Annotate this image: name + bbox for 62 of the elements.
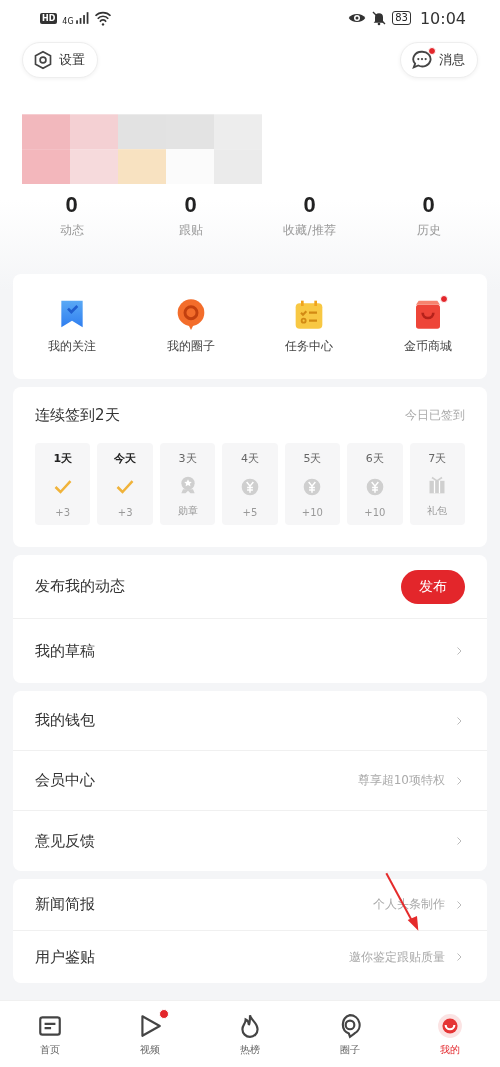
menu-label: 意见反馈 bbox=[35, 831, 95, 851]
settings-icon bbox=[33, 50, 53, 70]
settings-button[interactable]: 设置 bbox=[22, 42, 98, 78]
menu-row[interactable]: 我的草稿 bbox=[13, 619, 487, 683]
menu-label: 发布我的动态 bbox=[35, 577, 125, 596]
stat-value: 0 bbox=[65, 192, 78, 218]
tab-item[interactable]: 热榜 bbox=[229, 1009, 271, 1057]
network-label: 4G bbox=[62, 17, 74, 26]
gift-icon bbox=[427, 475, 448, 495]
menu-label: 新闻简报 bbox=[35, 895, 95, 914]
yuan-coin-icon bbox=[240, 476, 260, 497]
shortcut[interactable]: 我的圈子 bbox=[131, 298, 250, 355]
checkin-status: 今日已签到 bbox=[405, 406, 465, 424]
menu-row[interactable]: 会员中心 尊享超10项特权 bbox=[13, 751, 487, 811]
day-label: 7天 bbox=[428, 451, 447, 466]
reward-label: +10 bbox=[364, 507, 386, 518]
wifi-icon bbox=[93, 9, 112, 27]
muted-bell-icon bbox=[371, 10, 388, 26]
yuan-coin-icon bbox=[364, 476, 385, 497]
tab-item[interactable]: 我的 bbox=[429, 1009, 471, 1057]
messages-button[interactable]: 消息 bbox=[400, 42, 478, 78]
reward-label: +3 bbox=[55, 507, 71, 518]
profile-logo-icon bbox=[437, 1013, 463, 1039]
hd-badge: HD bbox=[40, 12, 58, 24]
tab-item[interactable]: 视频 bbox=[129, 1009, 171, 1057]
yuan-coin-icon bbox=[302, 476, 323, 497]
day-label: 1天 bbox=[53, 451, 73, 466]
reward-label: +10 bbox=[301, 507, 323, 518]
reward-label: 礼包 bbox=[427, 504, 448, 518]
shortcut-label[interactable]: 金币商城 bbox=[403, 338, 452, 355]
menu-label: 用户鉴贴 bbox=[35, 947, 95, 967]
menu-hint: 尊享超10项特权 bbox=[357, 772, 445, 789]
menu-row[interactable]: 意见反馈 bbox=[13, 811, 487, 871]
menu-label: 会员中心 bbox=[35, 771, 95, 790]
reward-label: +5 bbox=[242, 507, 258, 518]
tab-item[interactable]: 首页 bbox=[29, 1009, 71, 1057]
signal-icon bbox=[74, 11, 89, 25]
stat-value: 0 bbox=[422, 192, 435, 218]
shortcut[interactable]: 任务中心 bbox=[250, 298, 369, 355]
reward-label: +3 bbox=[117, 507, 133, 518]
stat-value: 0 bbox=[184, 192, 197, 218]
shortcut[interactable]: 我的关注 bbox=[13, 298, 132, 355]
chat-icon bbox=[411, 49, 433, 71]
menu-row[interactable]: 发布我的动态 发布 bbox=[13, 555, 487, 619]
tab-item[interactable]: 圈子 bbox=[329, 1009, 371, 1057]
stat-value: 0 bbox=[303, 192, 316, 218]
day-label: 4天 bbox=[241, 451, 259, 466]
day-label: 6天 bbox=[365, 451, 384, 466]
checkin-title: 连续签到2天 bbox=[35, 405, 120, 425]
news-icon bbox=[37, 1013, 63, 1039]
menu-label: 我的草稿 bbox=[35, 641, 95, 661]
menu-label: 我的钱包 bbox=[35, 711, 95, 730]
menu-row[interactable]: 我的钱包 bbox=[13, 691, 487, 751]
day-label: 3天 bbox=[178, 451, 197, 466]
day-label: 今天 bbox=[114, 451, 137, 466]
publish-button[interactable]: 发布 bbox=[401, 569, 465, 604]
clock-time: 10:04 bbox=[419, 8, 466, 28]
battery-level: 83 bbox=[392, 11, 411, 25]
menu-row[interactable]: 用户鉴贴 邀你鉴定跟贴质量 bbox=[13, 931, 487, 983]
day-label: 5天 bbox=[303, 451, 322, 466]
reward-label: 勋章 bbox=[177, 504, 198, 518]
menu-hint: 邀你鉴定跟贴质量 bbox=[349, 948, 445, 966]
